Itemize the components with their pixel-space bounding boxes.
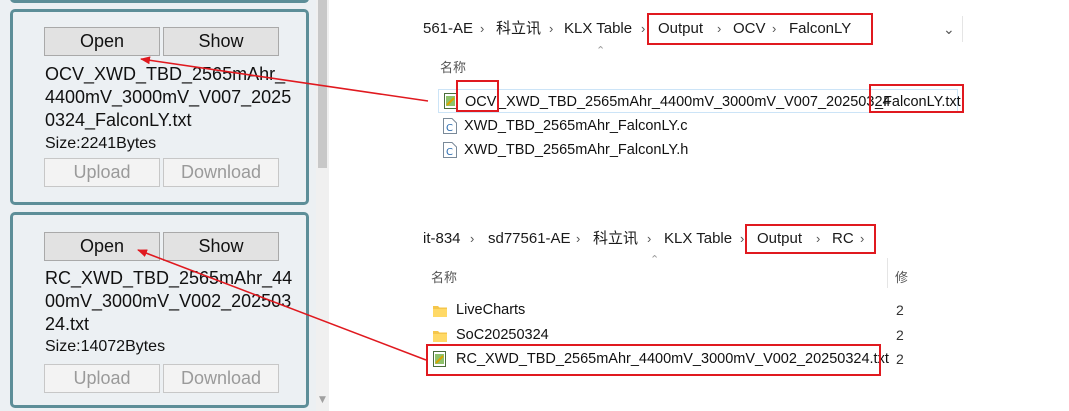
arrow-line	[137, 249, 427, 361]
annotation-arrows	[137, 56, 429, 361]
arrow-line	[140, 56, 429, 102]
